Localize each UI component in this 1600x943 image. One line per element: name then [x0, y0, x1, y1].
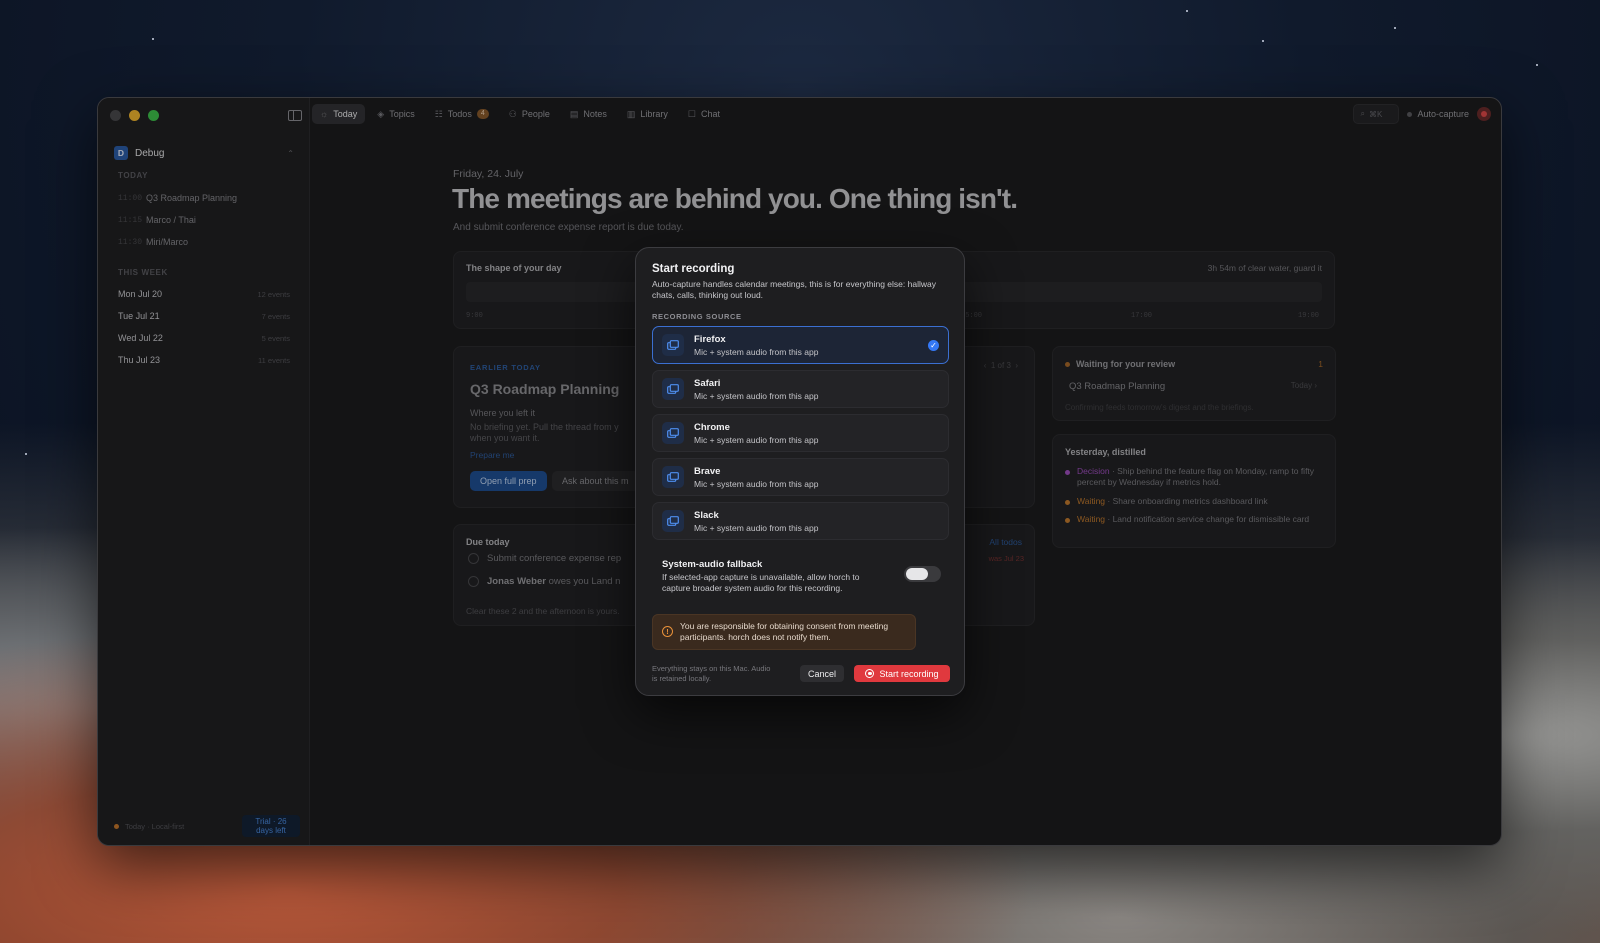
app-window-icon	[662, 334, 684, 356]
start-recording-dialog: Start recording Auto-capture handles cal…	[635, 247, 965, 696]
star	[1262, 40, 1264, 42]
warning-icon: !	[662, 626, 673, 637]
privacy-note: Everything stays on this Mac. Audio is r…	[652, 664, 771, 683]
source-subtitle: Mic + system audio from this app	[694, 434, 819, 445]
system-audio-fallback-toggle[interactable]	[904, 566, 941, 582]
source-name: Chrome	[694, 421, 730, 433]
source-option-slack[interactable]: Slack Mic + system audio from this app	[652, 502, 949, 540]
source-option-chrome[interactable]: Chrome Mic + system audio from this app	[652, 414, 949, 452]
app-window-icon	[662, 510, 684, 532]
source-option-safari[interactable]: Safari Mic + system audio from this app	[652, 370, 949, 408]
source-subtitle: Mic + system audio from this app	[694, 390, 819, 401]
star	[25, 453, 27, 455]
app-window-icon	[662, 466, 684, 488]
warning-text: You are responsible for obtaining consen…	[680, 621, 889, 642]
source-option-brave[interactable]: Brave Mic + system audio from this app	[652, 458, 949, 496]
star	[152, 38, 154, 40]
source-subtitle: Mic + system audio from this app	[694, 478, 819, 489]
start-recording-button[interactable]: Start recording	[854, 665, 950, 682]
consent-warning: ! You are responsible for obtaining cons…	[652, 614, 916, 650]
selected-check-icon: ✓	[928, 340, 939, 351]
fallback-title: System-audio fallback	[662, 559, 763, 570]
cancel-button[interactable]: Cancel	[800, 665, 845, 682]
star	[1394, 27, 1396, 29]
source-subtitle: Mic + system audio from this app	[694, 346, 819, 357]
recording-source-heading: RECORDING SOURCE	[652, 312, 742, 321]
app-window-icon	[662, 422, 684, 444]
source-name: Brave	[694, 465, 721, 477]
record-icon	[865, 669, 875, 678]
source-option-firefox[interactable]: Firefox Mic + system audio from this app…	[652, 326, 949, 364]
toggle-knob	[906, 568, 928, 580]
dialog-title: Start recording	[652, 263, 735, 275]
source-name: Slack	[694, 509, 719, 521]
start-recording-label: Start recording	[879, 668, 939, 679]
dialog-description: Auto-capture handles calendar meetings, …	[652, 279, 936, 300]
source-name: Safari	[694, 377, 721, 389]
star	[1186, 10, 1188, 12]
source-subtitle: Mic + system audio from this app	[694, 522, 819, 533]
fallback-description: If selected-app capture is unavailable, …	[662, 572, 860, 593]
star	[1536, 64, 1538, 66]
source-name: Firefox	[694, 333, 726, 345]
app-window-icon	[662, 378, 684, 400]
